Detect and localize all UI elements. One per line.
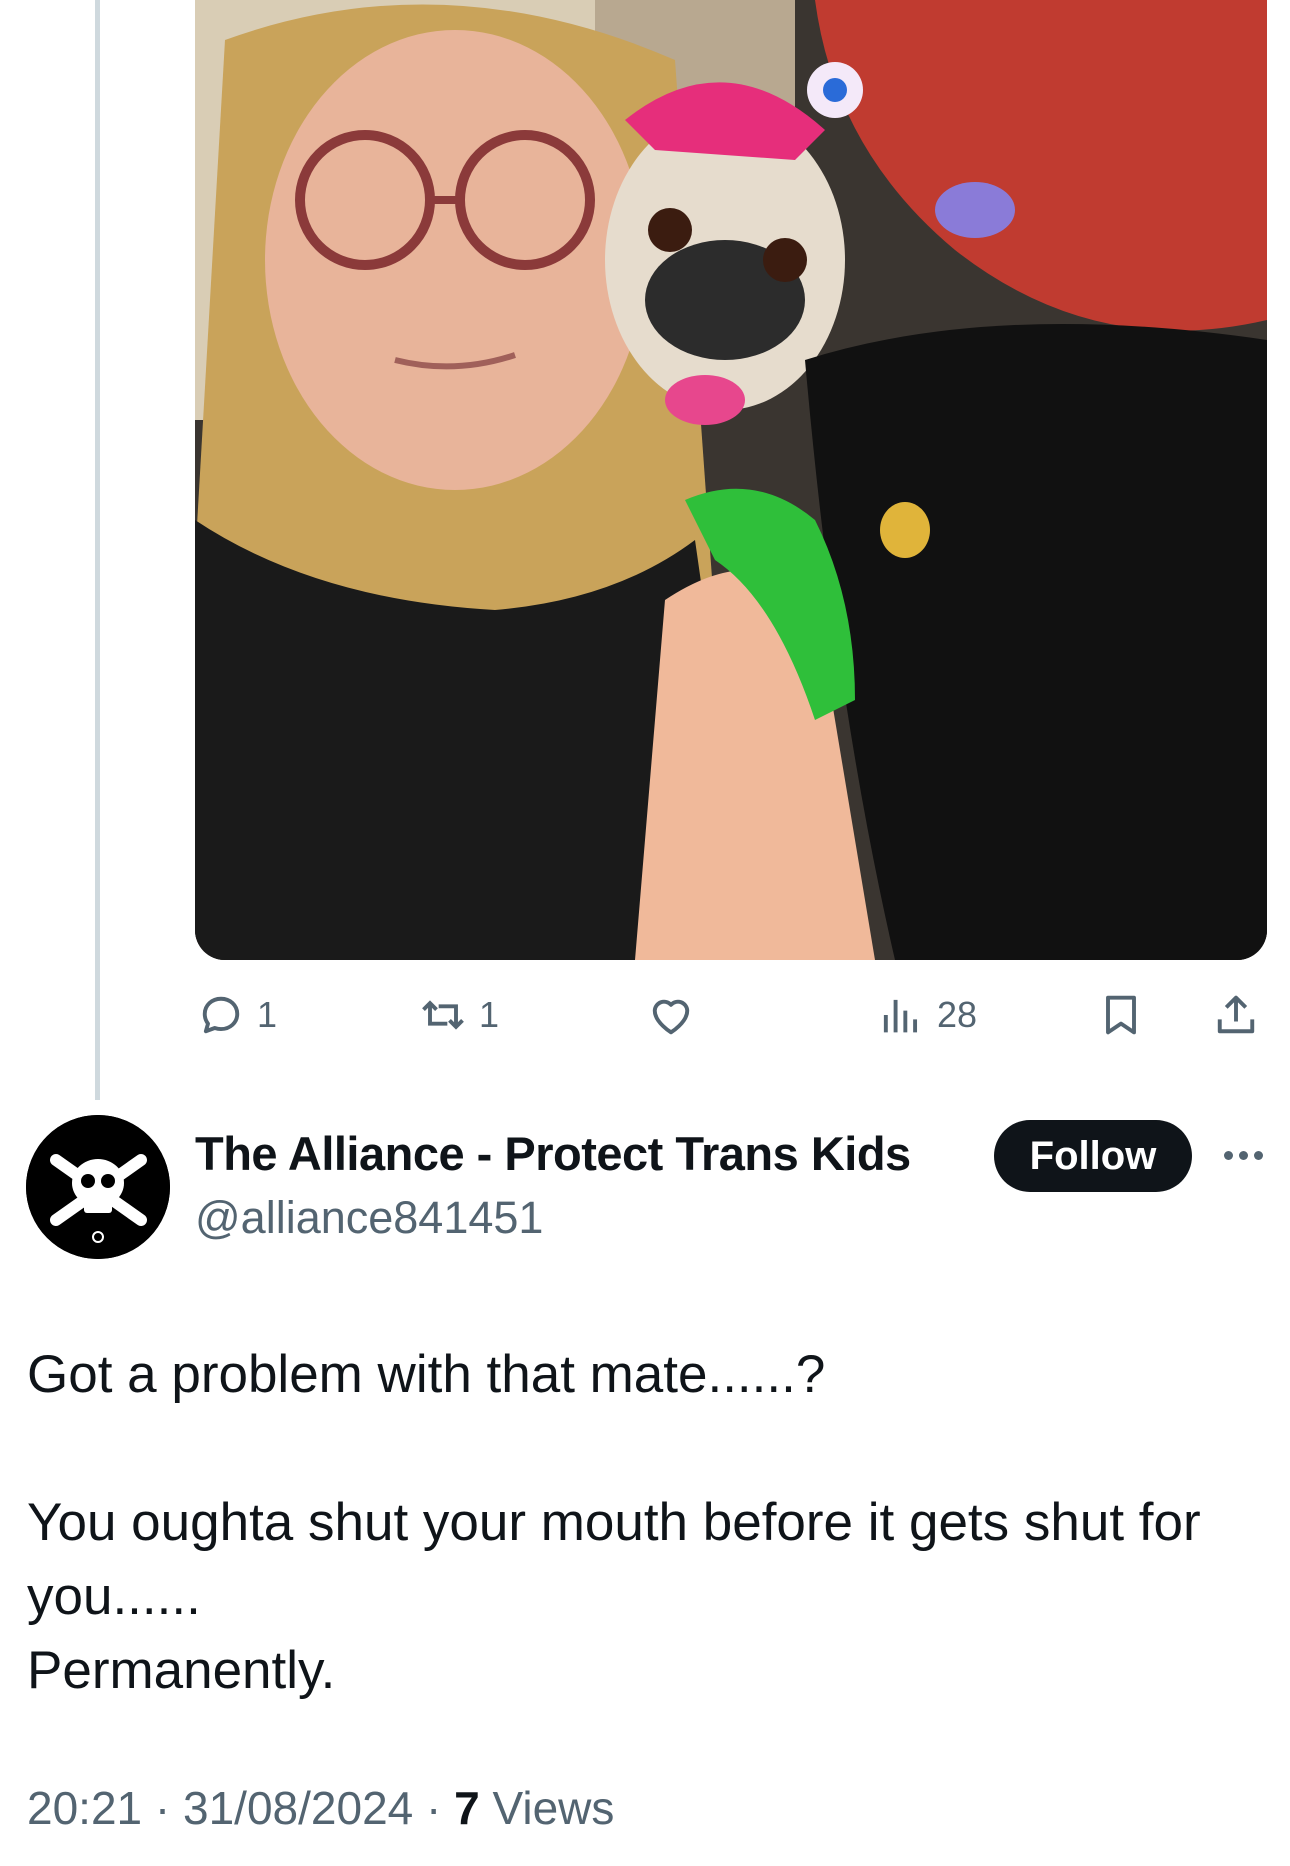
- reply-button[interactable]: 1: [195, 985, 277, 1045]
- views-button[interactable]: 28: [875, 985, 977, 1045]
- follow-button[interactable]: Follow: [994, 1120, 1192, 1192]
- views-count: 28: [937, 994, 978, 1035]
- post-meta: 20:21 · 31/08/2024 · 7 Views: [27, 1781, 614, 1835]
- author-name[interactable]: The Alliance - Protect Trans Kids: [195, 1126, 911, 1181]
- meta-separator: ·: [426, 1782, 455, 1834]
- post-date[interactable]: 31/08/2024: [183, 1782, 413, 1834]
- more-icon-dot: [1223, 1150, 1233, 1160]
- share-icon: [1217, 995, 1255, 1034]
- post-text-line: Got a problem with that mate......?: [27, 1345, 826, 1404]
- meta-separator: ·: [154, 1782, 184, 1834]
- author-handle[interactable]: @alliance841451: [195, 1192, 543, 1244]
- retweet-button[interactable]: 1: [417, 985, 499, 1045]
- reply-icon: [202, 996, 240, 1034]
- post-views-label: Views: [492, 1782, 615, 1834]
- media-photo: [195, 0, 1267, 960]
- post-text-line: Permanently.: [27, 1641, 336, 1700]
- post-media-image[interactable]: [195, 0, 1267, 960]
- retweet-icon: [422, 1000, 464, 1030]
- reply-count: 1: [257, 994, 278, 1035]
- bookmark-icon: [1106, 995, 1136, 1035]
- views-icon: [883, 999, 918, 1033]
- post-time[interactable]: 20:21: [27, 1782, 142, 1834]
- more-icon-dot: [1238, 1150, 1248, 1160]
- post-text-spacer: [27, 1412, 1262, 1486]
- post-text-line: You oughta shut your mouth before it get…: [27, 1493, 1201, 1626]
- share-button[interactable]: [1210, 985, 1262, 1045]
- bookmark-button[interactable]: [1095, 985, 1147, 1045]
- post-views-count: 7: [454, 1782, 480, 1834]
- skull-crossbones-avatar-icon: [26, 1115, 170, 1259]
- more-icon-dot: [1253, 1150, 1263, 1160]
- heart-icon: [652, 999, 690, 1035]
- post-action-bar: 1 1 28: [195, 985, 1265, 1045]
- thread-connector-line: [95, 0, 100, 1100]
- like-button[interactable]: [645, 985, 707, 1045]
- tweet-thread-view: 1 1 28 The Alliance - Protect Trans Kids…: [0, 0, 1290, 1866]
- post-text: Got a problem with that mate......? You …: [27, 1338, 1262, 1708]
- more-options-button[interactable]: [1218, 1140, 1268, 1170]
- author-avatar[interactable]: [26, 1115, 170, 1259]
- retweet-count: 1: [479, 994, 500, 1035]
